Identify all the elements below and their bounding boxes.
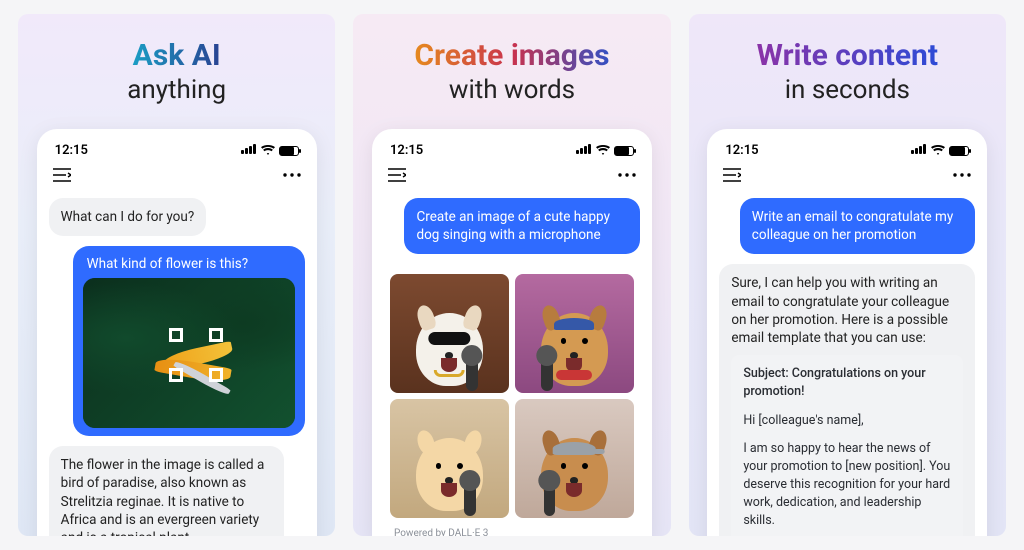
feature-panel-images: Create images with words 12:15 Create an… <box>353 14 670 536</box>
status-icons <box>911 143 969 158</box>
user-message-with-image: What kind of flower is this? <box>73 246 305 436</box>
status-bar: 12:15 <box>49 141 305 166</box>
wifi-icon <box>596 145 610 156</box>
generated-image[interactable] <box>515 399 634 518</box>
chat-toolbar <box>719 166 975 192</box>
generated-image[interactable] <box>515 274 634 393</box>
headline: Ask AI anything <box>127 38 226 105</box>
phone-mock: 12:15 What can I do for you? What kind o… <box>37 129 317 536</box>
battery-icon <box>279 146 299 156</box>
headline: Create images with words <box>414 38 609 105</box>
headline: Write content in seconds <box>757 38 938 105</box>
clock: 12:15 <box>725 143 758 158</box>
more-icon[interactable] <box>618 173 636 177</box>
powered-by-label: Powered by DALL·E 3 <box>390 524 634 536</box>
signal-icon <box>241 143 257 158</box>
feature-panel-write: Write content in seconds 12:15 Write an … <box>689 14 1006 536</box>
ai-message: Sure, I can help you with writing an ema… <box>719 264 975 536</box>
focus-frame-icon <box>169 328 223 382</box>
headline-bottom: in seconds <box>757 75 938 105</box>
signal-icon <box>911 143 927 158</box>
user-message: Write an email to congratulate my collea… <box>740 198 976 254</box>
headline-bottom: with words <box>414 75 609 105</box>
generated-image[interactable] <box>390 399 509 518</box>
battery-icon <box>949 146 969 156</box>
headline-bottom: anything <box>127 75 226 105</box>
generated-image[interactable] <box>390 274 509 393</box>
chat-toolbar <box>49 166 305 192</box>
email-template: Subject: Congratulations on your promoti… <box>731 355 963 536</box>
chat-thread: Write an email to congratulate my collea… <box>719 198 975 536</box>
phone-mock: 12:15 Write an email to congratulate my … <box>707 129 987 536</box>
status-icons <box>576 143 634 158</box>
more-icon[interactable] <box>953 173 971 177</box>
chat-toolbar <box>384 166 640 192</box>
headline-top: Write content <box>757 38 938 73</box>
feature-panel-ask: Ask AI anything 12:15 What can I do for … <box>18 14 335 536</box>
email-greeting: Hi [colleague's name], <box>743 412 951 430</box>
chat-thread: Create an image of a cute happy dog sing… <box>384 198 640 536</box>
ai-message: What can I do for you? <box>49 198 207 236</box>
clock: 12:15 <box>390 143 423 158</box>
headline-top: Create images <box>414 38 609 73</box>
wifi-icon <box>931 145 945 156</box>
wifi-icon <box>261 145 275 156</box>
generated-image-grid: Powered by DALL·E 3 <box>384 268 640 536</box>
menu-icon[interactable] <box>723 168 741 182</box>
battery-icon <box>614 146 634 156</box>
chat-thread: What can I do for you? What kind of flow… <box>49 198 305 536</box>
email-subject: Subject: Congratulations on your promoti… <box>743 365 951 401</box>
signal-icon <box>576 143 592 158</box>
user-message-text: What kind of flower is this? <box>83 254 295 278</box>
ai-message: The flower in the image is called a bird… <box>49 446 285 536</box>
status-bar: 12:15 <box>719 141 975 166</box>
menu-icon[interactable] <box>388 168 406 182</box>
phone-mock: 12:15 Create an image of a cute happy do… <box>372 129 652 536</box>
status-icons <box>241 143 299 158</box>
status-bar: 12:15 <box>384 141 640 166</box>
menu-icon[interactable] <box>53 168 71 182</box>
user-message: Create an image of a cute happy dog sing… <box>404 198 640 254</box>
more-icon[interactable] <box>283 173 301 177</box>
email-body: I am so happy to hear the news of your p… <box>743 440 951 531</box>
clock: 12:15 <box>55 143 88 158</box>
headline-top: Ask AI <box>127 38 226 73</box>
ai-intro-text: Sure, I can help you with writing an ema… <box>731 275 949 346</box>
uploaded-image[interactable] <box>83 278 295 428</box>
